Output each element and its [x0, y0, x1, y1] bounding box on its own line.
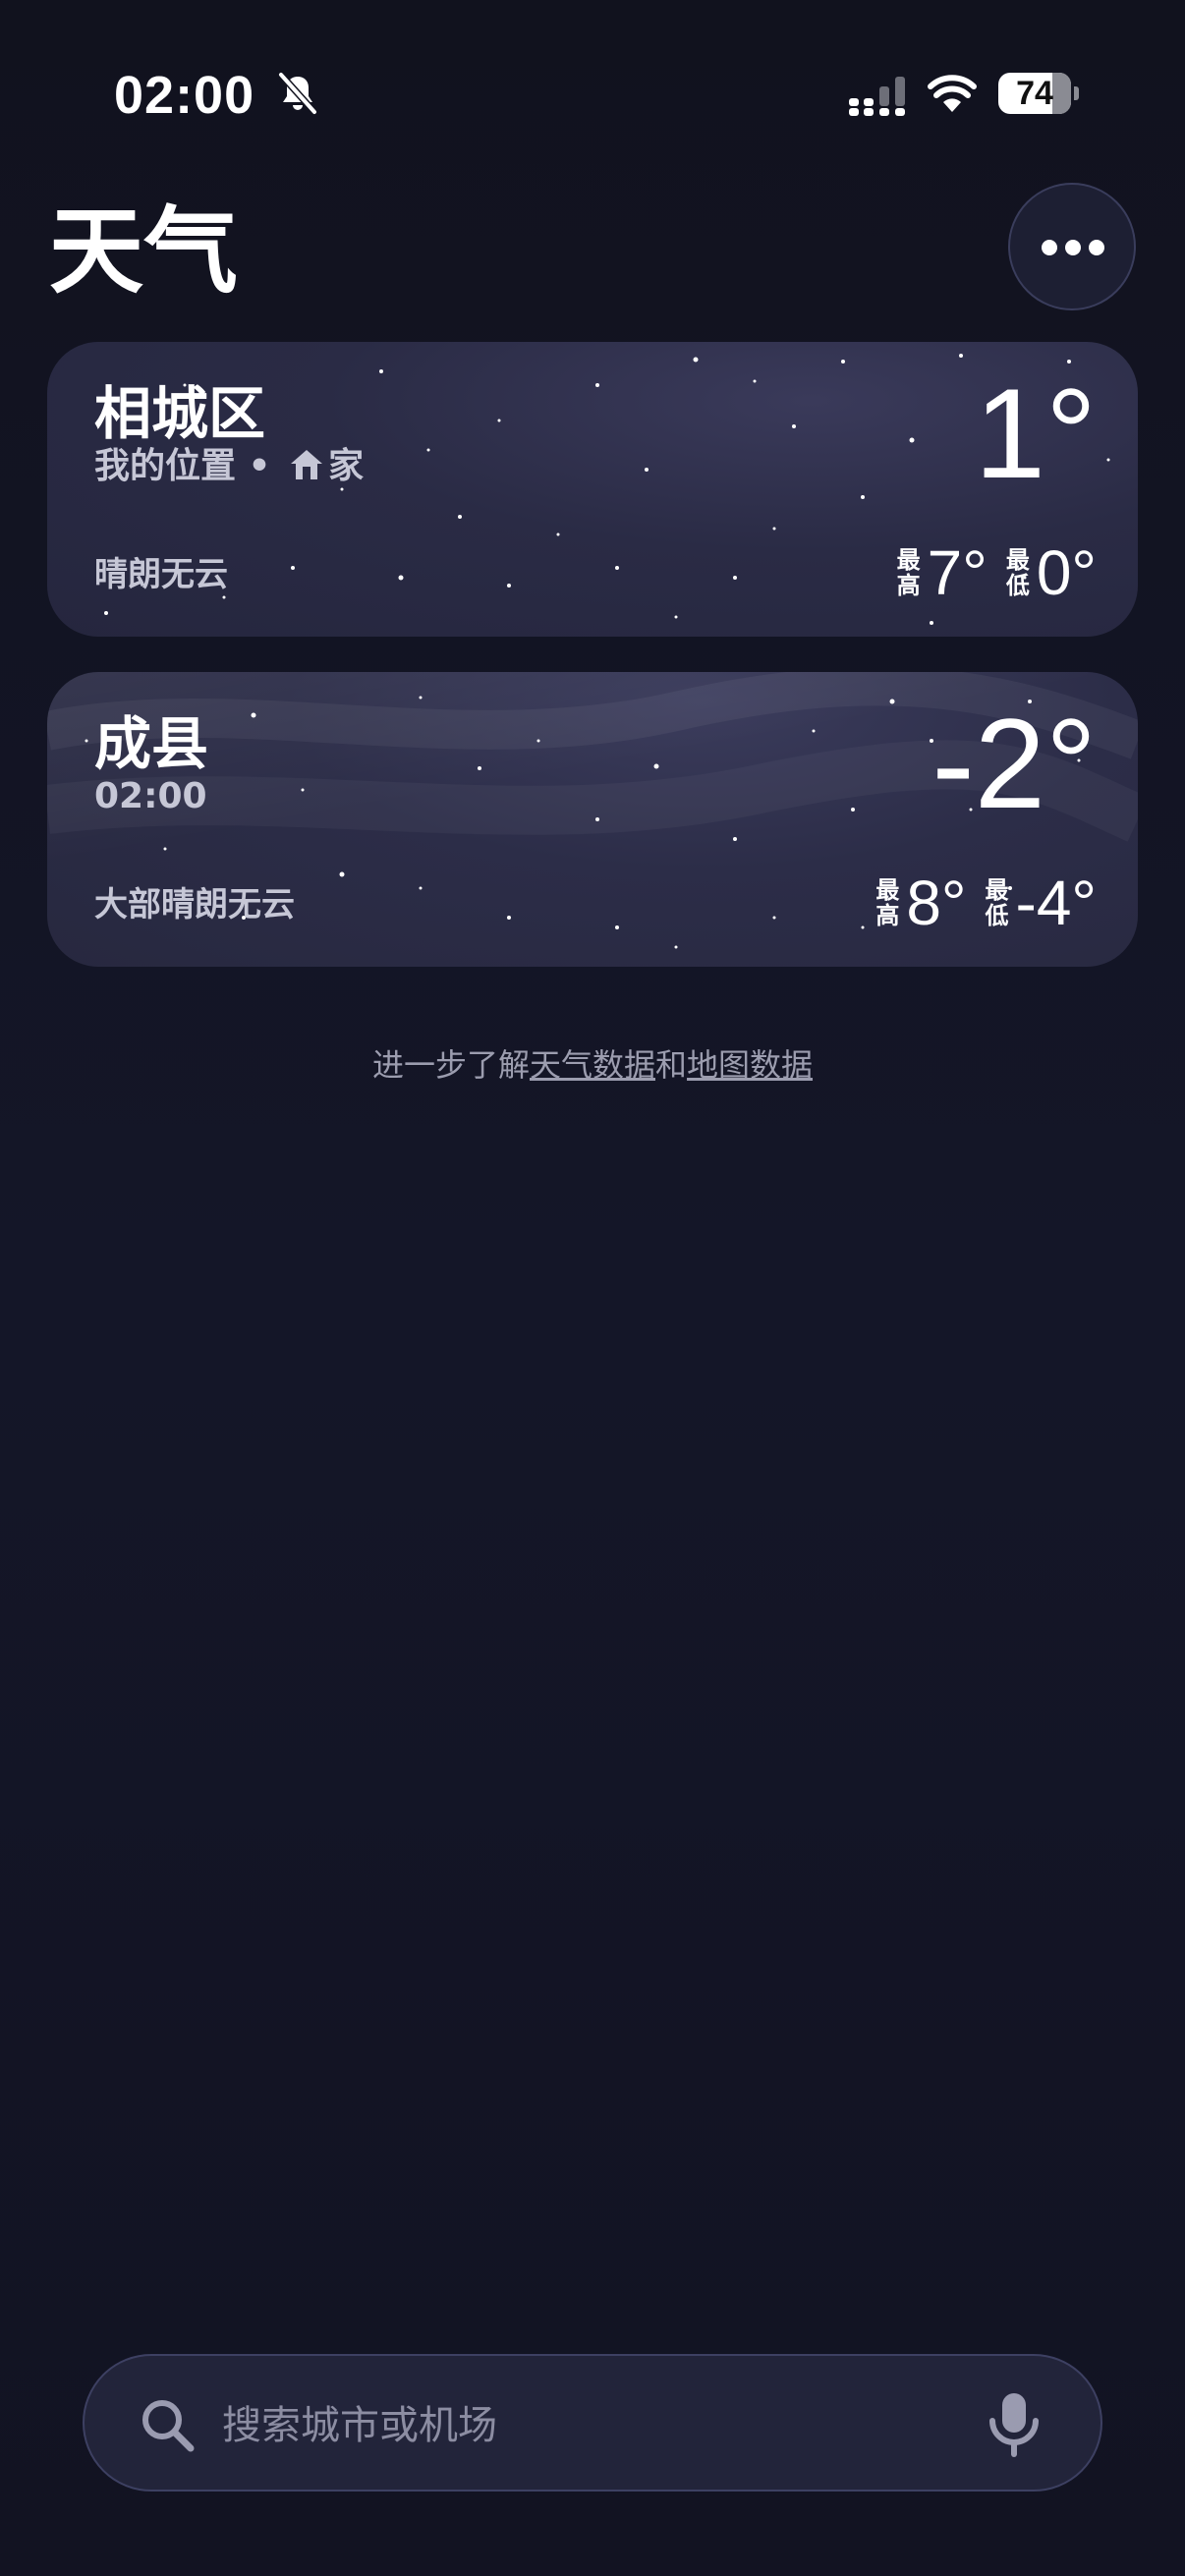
low-temperature: 0° [1036, 537, 1097, 608]
status-time: 02:00 [114, 66, 255, 125]
location-subtitle: 我的位置 • 家 [94, 444, 364, 489]
high-low-temperatures: 最 高 7° 最 低 0° [896, 538, 1097, 607]
wifi-icon [928, 75, 977, 112]
note-joiner: 和 [655, 1046, 688, 1084]
search-bar[interactable] [83, 2354, 1102, 2492]
current-temperature: 1° [974, 362, 1097, 505]
page-title: 天气 [49, 196, 238, 307]
current-temperature: -2° [931, 692, 1097, 835]
magnifier-icon [142, 2400, 195, 2452]
data-attribution-note: 进一步了解天气数据和地图数据 [0, 1043, 1185, 1087]
city-name: 相城区 [94, 380, 266, 447]
bell-slash-icon [278, 72, 317, 115]
high-temperature: 7° [927, 537, 988, 608]
note-prefix: 进一步了解 [371, 1046, 530, 1084]
low-temperature: -4° [1015, 868, 1098, 938]
high-label-char: 最 [896, 546, 921, 574]
low-label-char: 最 [1005, 546, 1030, 574]
map-data-link[interactable]: 地图数据 [687, 1046, 813, 1084]
low-label-char: 低 [985, 902, 1009, 929]
battery-cap [1074, 86, 1079, 100]
high-label: 最 高 [896, 547, 922, 598]
battery-level: 74 [1016, 75, 1053, 112]
weather-data-link[interactable]: 天气数据 [530, 1046, 655, 1084]
cellular-signal-icon [849, 77, 905, 116]
ellipsis-dot [1042, 240, 1057, 255]
weather-condition: 晴朗无云 [94, 555, 228, 594]
low-label-char: 低 [1005, 572, 1030, 599]
high-low-temperatures: 最 高 8° 最 低 -4° [875, 868, 1097, 937]
status-bar: 02:00 74 [0, 59, 1185, 130]
high-label-char: 高 [896, 572, 921, 599]
home-icon [291, 450, 323, 479]
weather-condition: 大部晴朗无云 [94, 885, 295, 924]
microphone-icon[interactable] [983, 2391, 1045, 2458]
low-label-char: 最 [985, 876, 1009, 904]
local-time: 02:00 [94, 776, 207, 816]
high-label: 最 高 [875, 877, 900, 928]
low-label: 最 低 [1005, 547, 1031, 598]
location-card-chengxian[interactable]: 成县 02:00 大部晴朗无云 -2° 最 高 8° 最 低 -4° [47, 672, 1138, 967]
ellipsis-dot [1089, 240, 1104, 255]
battery-icon: 74 [998, 73, 1079, 114]
battery-body: 74 [998, 73, 1071, 114]
location-card-current[interactable]: 相城区 我的位置 • 家 晴朗无云 1° 最 高 7° 最 低 0° [47, 342, 1138, 637]
more-options-button[interactable] [1008, 183, 1136, 310]
home-label: 家 [328, 446, 365, 486]
city-name: 成县 [94, 710, 209, 777]
my-location-label: 我的位置 • [94, 446, 284, 486]
high-label-char: 高 [875, 902, 900, 929]
search-input[interactable] [220, 2391, 990, 2460]
weather-app-screen: 02:00 74 天气 相城区 我的位置 • 家 晴朗无云 1° 最 高 7° … [0, 0, 1185, 2576]
ellipsis-dot [1065, 240, 1081, 255]
low-label: 最 低 [985, 877, 1010, 928]
high-label-char: 最 [875, 876, 900, 904]
high-temperature: 8° [906, 868, 967, 938]
